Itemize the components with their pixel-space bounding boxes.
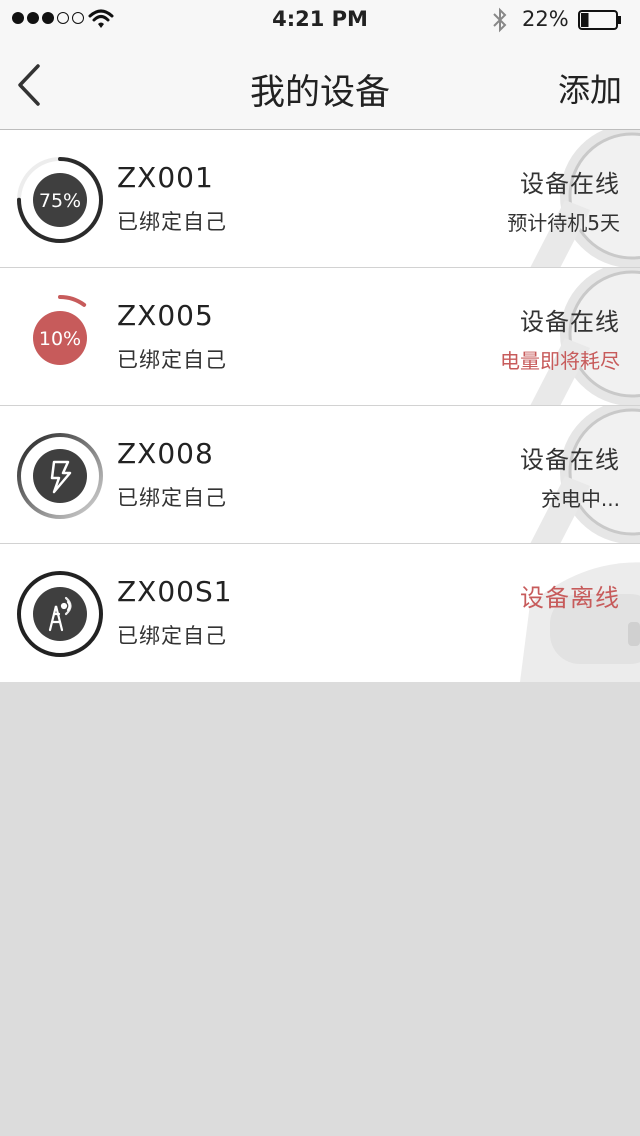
watch-background-image [530, 130, 640, 267]
device-name: ZX00S1 [117, 575, 233, 608]
battery-level-label: 10% [39, 328, 81, 350]
device-name: ZX005 [117, 299, 214, 332]
watch-background-image [530, 406, 640, 543]
add-device-button[interactable]: 添加 [558, 65, 622, 111]
online-status: 设备在线 [520, 170, 620, 198]
offline-signal-icon [17, 571, 103, 657]
binding-status: 已绑定自己 [117, 624, 227, 648]
binding-status: 已绑定自己 [117, 210, 227, 234]
device-row-zx005[interactable]: 10% ZX005 已绑定自己 设备在线 电量即将耗尽 [0, 268, 640, 406]
battery-level-label: 75% [39, 190, 81, 212]
offline-status: 设备离线 [520, 584, 620, 612]
online-status: 设备在线 [520, 308, 620, 336]
binding-status: 已绑定自己 [117, 486, 227, 510]
page-title: 我的设备 [249, 73, 390, 113]
battery-ring-icon: 75% [17, 157, 103, 243]
device-list: 75% ZX001 已绑定自己 设备在线 预计待机5天 10% ZX005 已绑… [0, 130, 640, 682]
navigation-bar: 我的设备 添加 [0, 40, 640, 130]
device-row-zx008[interactable]: ZX008 已绑定自己 设备在线 充电中... [0, 406, 640, 544]
charging-icon [17, 433, 103, 519]
watch-background-image [520, 562, 640, 682]
status-bar: 4:21 PM 22% [0, 0, 640, 40]
online-status: 设备在线 [520, 446, 620, 474]
charging-status: 充电中... [540, 487, 620, 511]
low-battery-warning: 电量即将耗尽 [500, 349, 620, 373]
binding-status: 已绑定自己 [117, 348, 227, 372]
battery-percentage: 22% [522, 7, 569, 31]
device-row-zx001[interactable]: 75% ZX001 已绑定自己 设备在线 预计待机5天 [0, 130, 640, 268]
bluetooth-icon [493, 7, 507, 33]
watch-background-image [530, 268, 640, 405]
device-name: ZX001 [117, 161, 214, 194]
battery-ring-icon: 10% [17, 295, 103, 381]
device-row-zx00s1[interactable]: ZX00S1 已绑定自己 设备离线 [0, 544, 640, 682]
standby-estimate: 预计待机5天 [507, 211, 620, 235]
battery-icon [578, 10, 621, 30]
device-name: ZX008 [117, 437, 214, 470]
